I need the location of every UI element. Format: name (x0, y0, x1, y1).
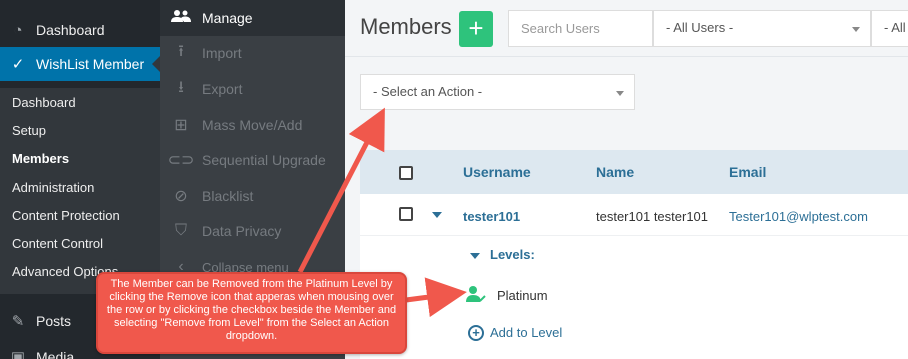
wp-menu-posts-label: Posts (36, 313, 72, 329)
member-email[interactable]: Tester101@wlptest.com (729, 209, 868, 224)
level-name: Platinum (497, 288, 548, 303)
submenu-members[interactable]: Members (12, 151, 69, 166)
wlm-menu-data-privacy[interactable]: ⛉ Data Privacy (160, 214, 345, 248)
wlm-menu-sequential-upgrade-label: Sequential Upgrade (202, 152, 326, 168)
media-icon: ▣ (10, 349, 26, 359)
row-checkbox[interactable] (399, 207, 413, 221)
user-filter-value: - All Users - (666, 20, 734, 35)
checkmark-icon: ✓ (11, 56, 25, 73)
wlm-menu-data-privacy-label: Data Privacy (202, 223, 282, 239)
chevron-down-icon (616, 91, 624, 96)
user-check-icon (466, 285, 486, 303)
submenu-dashboard[interactable]: Dashboard (12, 95, 76, 110)
add-member-button[interactable]: + (459, 11, 493, 47)
wlm-menu-import[interactable]: ⭱ Import (160, 36, 345, 70)
submenu-setup[interactable]: Setup (12, 123, 46, 138)
select-all-checkbox[interactable] (399, 166, 413, 180)
wp-menu-dashboard[interactable]: ◔ Dashboard (0, 13, 160, 47)
wlm-menu-import-label: Import (202, 45, 242, 61)
annotation-callout: The Member can be Removed from the Plati… (96, 272, 407, 354)
levels-label: Levels: (490, 247, 535, 262)
member-row-main[interactable]: tester101 tester101 tester101 Tester101@… (360, 194, 908, 236)
members-main: Members + Search Users - All Users - - A… (345, 0, 908, 359)
user-filter-select[interactable]: - All Users - (653, 10, 871, 47)
pushpin-icon: ✎ (11, 313, 25, 330)
table-row: tester101 tester101 tester101 Tester101@… (360, 194, 908, 359)
plus-circle-icon[interactable]: + (468, 325, 484, 341)
member-username[interactable]: tester101 (463, 209, 520, 224)
page-title: Members (360, 14, 452, 39)
wp-submenu: Dashboard Setup Members Administration C… (0, 88, 160, 294)
wp-menu-wishlist-label: WishList Member (36, 56, 145, 72)
levels-toggle-icon[interactable] (470, 253, 480, 259)
add-to-level-link[interactable]: Add to Level (490, 325, 562, 340)
search-users-input[interactable]: Search Users (508, 10, 653, 47)
submenu-content-protection[interactable]: Content Protection (12, 208, 120, 223)
wlm-menu-mass-move[interactable]: ⊞ Mass Move/Add (160, 108, 345, 142)
submenu-content-control[interactable]: Content Control (12, 236, 103, 251)
wlm-menu-manage-label: Manage (202, 10, 253, 26)
column-name[interactable]: Name (596, 164, 634, 180)
submenu-administration[interactable]: Administration (12, 180, 94, 195)
wlm-menu-sequential-upgrade[interactable]: ⊂⊃ Sequential Upgrade (160, 143, 345, 177)
column-username[interactable]: Username (463, 164, 531, 180)
bulk-action-value: - Select an Action - (373, 84, 483, 99)
wlm-menu-export[interactable]: ⭳ Export (160, 72, 345, 106)
ban-icon: ⊘ (174, 188, 188, 205)
level-filter-select[interactable]: - All Levels - (871, 10, 908, 47)
wlm-menu-export-label: Export (202, 81, 243, 97)
dashboard-icon: ◔ (13, 21, 23, 39)
wp-menu-wishlist-member[interactable]: ✓ WishList Member (0, 47, 160, 81)
members-table-header: Username Name Email (360, 150, 908, 194)
wp-menu-media-label: Media (36, 349, 75, 359)
expand-toggle-icon[interactable] (432, 212, 442, 218)
wlm-menu-blacklist[interactable]: ⊘ Blacklist (160, 179, 345, 213)
level-filter-value: - All Levels - (884, 20, 908, 35)
column-email[interactable]: Email (729, 164, 766, 180)
wp-menu-dashboard-label: Dashboard (36, 22, 105, 38)
shield-check-icon: ⛉ (174, 222, 187, 239)
download-icon: ⭳ (178, 78, 184, 96)
bulk-action-select[interactable]: - Select an Action - (360, 74, 635, 110)
plus-square-icon: ⊞ (174, 117, 188, 134)
users-icon (160, 9, 202, 28)
wlm-menu-manage[interactable]: Manage (160, 0, 345, 36)
wlm-menu-blacklist-label: Blacklist (202, 188, 254, 204)
upload-icon: ⭱ (178, 42, 184, 60)
wlm-menu-mass-move-label: Mass Move/Add (202, 117, 303, 133)
member-name: tester101 tester101 (596, 209, 709, 224)
chevron-down-icon (852, 27, 860, 32)
link-icon: ⊂⊃ (167, 152, 195, 169)
